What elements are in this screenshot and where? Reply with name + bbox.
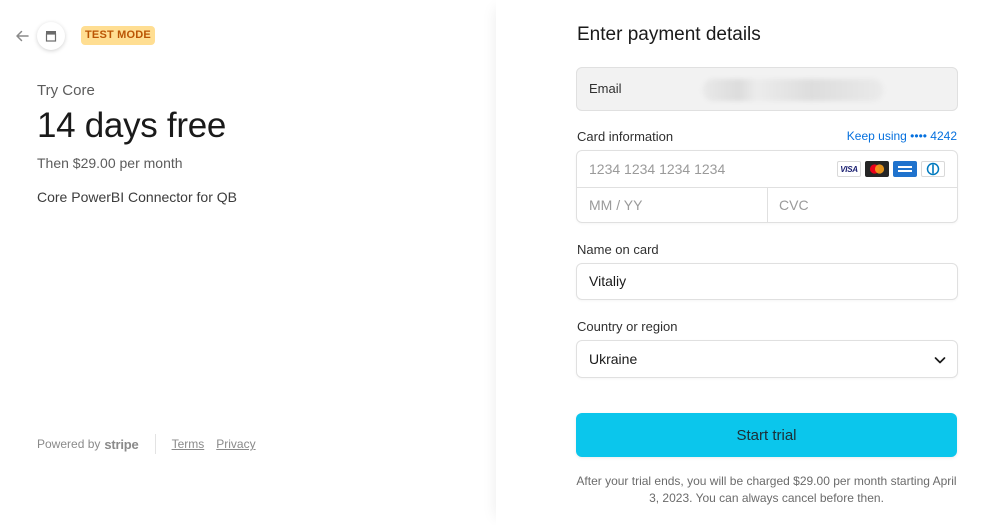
visa-icon: VISA (837, 161, 861, 177)
keep-using-saved-card-link[interactable]: Keep using •••• 4242 (847, 129, 957, 143)
country-value: Ukraine (589, 351, 638, 367)
card-information-label: Card information (577, 129, 674, 144)
email-label: Email (589, 81, 622, 96)
stripe-logo[interactable]: stripe (104, 437, 138, 452)
merchant-logo-button[interactable] (37, 22, 65, 50)
expiry-input[interactable]: MM / YY (589, 197, 642, 213)
visa-label: VISA (840, 164, 858, 174)
email-value-redacted (703, 79, 883, 101)
payment-form-panel: Enter payment details Email Card informa… (496, 0, 987, 525)
start-trial-button[interactable]: Start trial (576, 413, 957, 457)
store-icon (45, 31, 57, 42)
price-after-trial: Then $29.00 per month (37, 155, 183, 171)
name-on-card-input[interactable]: Vitaliy (576, 263, 958, 300)
terms-link[interactable]: Terms (172, 437, 205, 451)
arrow-left-icon (16, 30, 29, 42)
country-select[interactable]: Ukraine (576, 340, 958, 378)
powered-by-text: Powered by (37, 437, 101, 451)
card-number-input[interactable]: 1234 1234 1234 1234 (589, 161, 725, 177)
form-heading: Enter payment details (577, 24, 761, 45)
card-input-group: 1234 1234 1234 1234 VISA MM / YY CVC (576, 150, 958, 223)
card-column-divider (767, 187, 768, 223)
chevron-down-icon (934, 357, 946, 364)
country-label: Country or region (577, 319, 678, 334)
privacy-link[interactable]: Privacy (216, 437, 255, 451)
back-button[interactable] (12, 26, 32, 46)
order-summary-panel: TEST MODE Try Core 14 days free Then $29… (0, 0, 496, 525)
amex-icon (893, 161, 917, 177)
mastercard-icon (865, 161, 889, 177)
email-field[interactable]: Email (576, 67, 958, 111)
name-on-card-label: Name on card (577, 242, 659, 257)
trial-disclaimer: After your trial ends, you will be charg… (576, 474, 957, 505)
footer: Powered by stripe Terms Privacy (37, 434, 268, 454)
diners-icon (921, 161, 945, 177)
plan-title: Try Core (37, 82, 95, 99)
test-mode-badge: TEST MODE (81, 26, 155, 45)
card-brands: VISA (837, 161, 945, 177)
product-name: Core PowerBI Connector for QB (37, 189, 237, 205)
cvc-input[interactable]: CVC (779, 197, 809, 213)
trial-headline: 14 days free (37, 106, 227, 145)
footer-divider (154, 434, 156, 454)
